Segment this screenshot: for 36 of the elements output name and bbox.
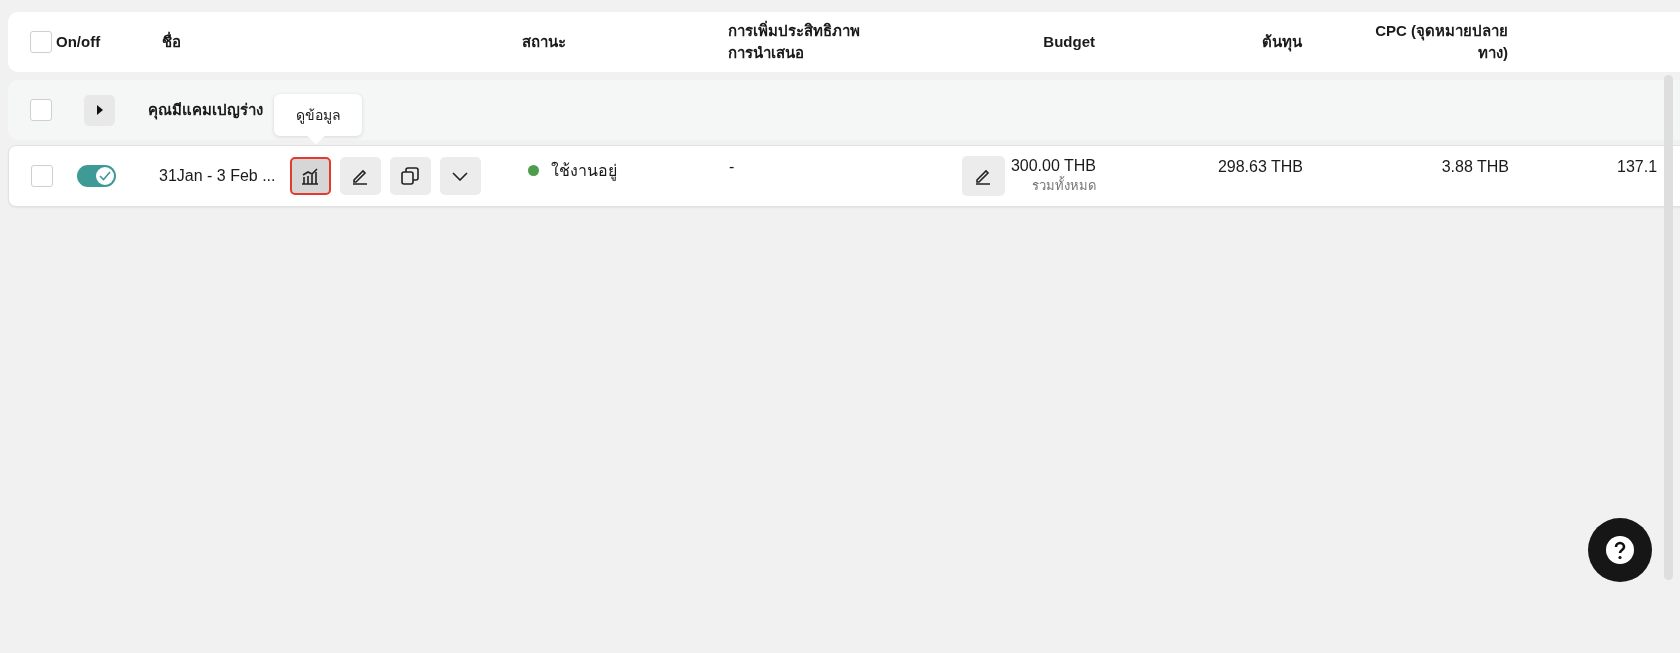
toggle-switch[interactable]	[77, 165, 116, 187]
budget-value: 300.00 THB	[1010, 156, 1096, 175]
edit-budget-button[interactable]	[961, 156, 1005, 196]
column-header[interactable]: CPC (จุดหมายปลาย ทาง)	[1375, 20, 1508, 64]
pencil-icon	[974, 167, 993, 185]
caret-icon	[95, 104, 104, 116]
edit-button[interactable]	[339, 157, 381, 195]
column-header[interactable]: ชื่อ	[162, 31, 181, 53]
view-data-button[interactable]	[289, 157, 331, 195]
column-header[interactable]: สถานะ	[522, 31, 566, 53]
group-title: คุณมีแคมเปญร่าง	[148, 100, 263, 122]
table-cell: -	[729, 158, 735, 176]
table-cell: 298.63 THB	[1217, 158, 1303, 176]
checkbox[interactable]	[31, 165, 53, 187]
chart-icon	[300, 167, 320, 185]
column-header[interactable]: ต้นทุน	[1262, 31, 1302, 53]
pencil-icon	[351, 167, 369, 185]
tooltip-text: ดูข้อมูล	[295, 106, 341, 126]
column-header[interactable]: การเพิ่มประสิทธิภาพ การนำเสนอ	[728, 20, 860, 64]
check-icon	[99, 171, 111, 181]
expand-button[interactable]	[84, 94, 115, 126]
table-cell: 3.88 THB	[1441, 158, 1509, 176]
column-header[interactable]: On/off	[56, 31, 101, 53]
duplicate-button[interactable]	[389, 157, 431, 195]
chevron-down-icon	[452, 171, 468, 181]
status-text: ใช้งานอยู่	[551, 160, 617, 183]
column-header[interactable]: Budget	[1043, 31, 1095, 53]
budget-note: รวมทั้งหมด	[1032, 175, 1096, 195]
checkbox[interactable]	[30, 31, 52, 53]
scrollbar[interactable]	[1664, 75, 1673, 580]
table-cell: 137.1	[1617, 158, 1658, 176]
checkbox[interactable]	[30, 99, 52, 121]
more-button[interactable]	[439, 157, 481, 195]
copy-icon	[401, 167, 419, 185]
help-icon	[1606, 536, 1634, 564]
campaign-name[interactable]: 31Jan - 3 Feb ...	[159, 167, 276, 185]
